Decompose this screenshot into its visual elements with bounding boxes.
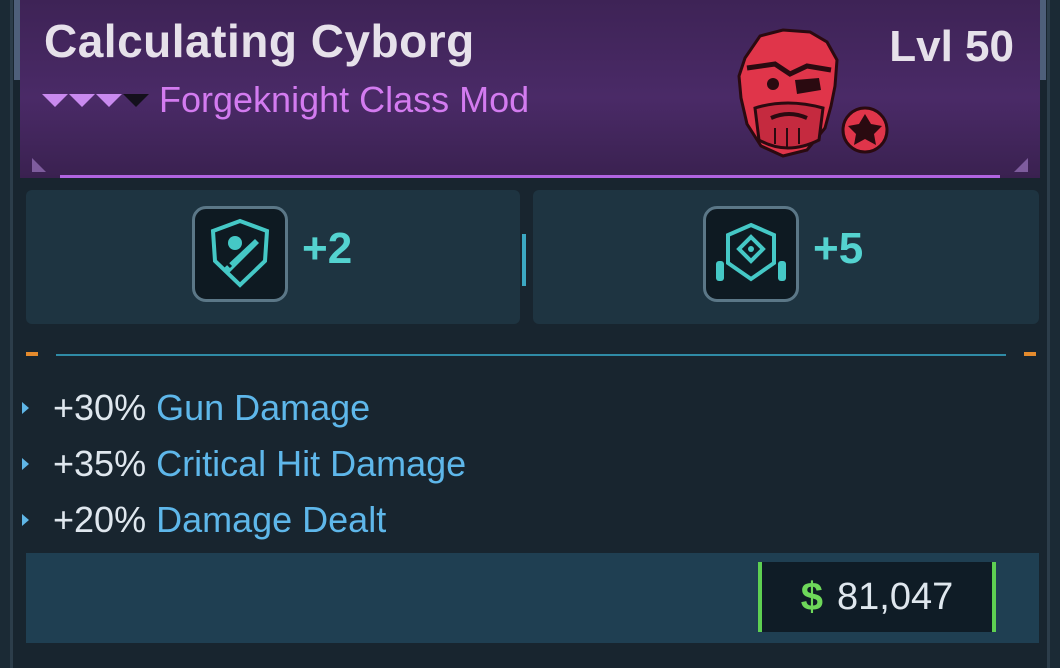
bearded-face-icon xyxy=(737,28,839,158)
price-display: $ 81,047 xyxy=(758,562,996,632)
separator-dash-right xyxy=(1024,352,1036,356)
item-level: Lvl 50 xyxy=(889,22,1014,71)
stat-name: Gun Damage xyxy=(156,387,371,428)
stat-name: Damage Dealt xyxy=(156,499,387,540)
header-corner-right xyxy=(1014,158,1028,172)
rarity-pip-empty xyxy=(123,93,149,107)
separator-line xyxy=(56,354,1006,356)
item-subtitle: Forgeknight Class Mod xyxy=(42,78,529,122)
item-name: Calculating Cyborg xyxy=(44,15,475,67)
skill-divider xyxy=(522,234,526,286)
stat-row: +30% Gun Damage xyxy=(22,380,466,436)
skill-slot-2[interactable]: +5 xyxy=(533,190,1039,324)
currency-icon: $ xyxy=(800,574,823,619)
stat-name: Critical Hit Damage xyxy=(156,443,467,484)
header-corner-left xyxy=(32,158,46,172)
stat-list: +30% Gun Damage +35% Critical Hit Damage… xyxy=(22,380,466,548)
character-portrait xyxy=(735,28,905,167)
skill-bonus: +2 xyxy=(302,224,353,273)
rarity-pip xyxy=(42,93,68,107)
stat-value: +20% xyxy=(53,499,147,540)
gun-shield-skill-icon xyxy=(192,206,288,302)
ammo-grid-skill-icon xyxy=(703,206,799,302)
bullet-icon xyxy=(22,458,29,470)
skill-bonus: +5 xyxy=(813,224,864,273)
rarity-pip xyxy=(69,93,95,107)
bullet-icon xyxy=(22,402,29,414)
bullet-icon xyxy=(22,514,29,526)
price-value: 81,047 xyxy=(837,575,954,618)
item-class: Forgeknight Class Mod xyxy=(159,79,530,120)
skill-slot-1[interactable]: +2 xyxy=(26,190,520,324)
stat-row: +20% Damage Dealt xyxy=(22,492,466,548)
separator-dash-left xyxy=(26,352,38,356)
rarity-indicator xyxy=(42,93,149,107)
rarity-pip xyxy=(96,93,122,107)
forgeknight-badge-icon xyxy=(841,106,889,154)
stat-value: +30% xyxy=(53,387,147,428)
stat-row: +35% Critical Hit Damage xyxy=(22,436,466,492)
stat-value: +35% xyxy=(53,443,147,484)
